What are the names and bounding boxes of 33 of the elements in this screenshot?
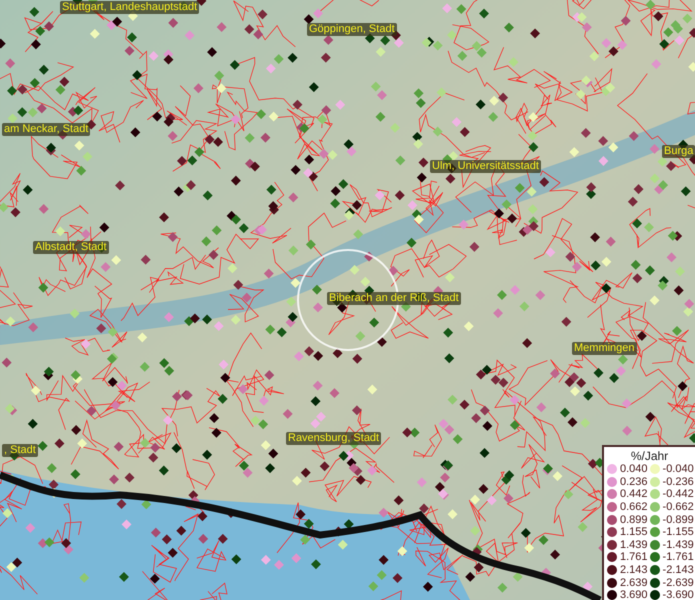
legend-label: -3.690 bbox=[662, 589, 694, 600]
legend-label: 1.155 bbox=[620, 526, 648, 538]
legend-label: -0.662 bbox=[662, 501, 694, 514]
place-label: Göppingen, Stadt bbox=[307, 23, 397, 36]
legend-label: -2.639 bbox=[662, 576, 694, 589]
legend-label: -2.143 bbox=[662, 564, 694, 576]
legend-label: 2.143 bbox=[620, 564, 648, 576]
legend-label: 0.899 bbox=[620, 514, 648, 526]
legend-label: 0.040 bbox=[620, 463, 648, 476]
legend-label: -0.899 bbox=[662, 514, 694, 526]
legend-label: -0.040 bbox=[662, 463, 694, 476]
legend-label: -0.236 bbox=[662, 476, 694, 488]
place-label: Ravensburg, Stadt bbox=[286, 432, 382, 445]
place-label: Stuttgart, Landeshauptstadt bbox=[60, 1, 200, 14]
legend-label: 0.442 bbox=[620, 488, 648, 500]
place-label: Biberach an der Riß, Stadt bbox=[327, 292, 461, 305]
legend-label: -1.761 bbox=[662, 551, 694, 564]
place-label: Albstadt, Stadt bbox=[33, 241, 109, 254]
legend-label: -0.442 bbox=[662, 488, 694, 500]
legend-label: -1.439 bbox=[662, 538, 694, 551]
place-label: Burga bbox=[662, 145, 695, 158]
legend-label: 1.439 bbox=[620, 538, 648, 551]
legend-label: 0.236 bbox=[620, 476, 648, 488]
legend-label: -1.155 bbox=[662, 526, 694, 538]
legend-label: 1.761 bbox=[620, 551, 648, 564]
legend-label: 3.690 bbox=[620, 589, 648, 600]
place-label: Ulm, Universitätsstadt bbox=[430, 160, 541, 173]
place-label: , Stadt bbox=[2, 444, 38, 457]
place-label: Memmingen bbox=[572, 342, 637, 355]
legend-title: %/Jahr bbox=[630, 449, 670, 463]
legend-label: 2.639 bbox=[620, 576, 648, 589]
legend-label: 0.662 bbox=[620, 501, 648, 514]
place-label: am Neckar, Stadt bbox=[2, 123, 90, 136]
